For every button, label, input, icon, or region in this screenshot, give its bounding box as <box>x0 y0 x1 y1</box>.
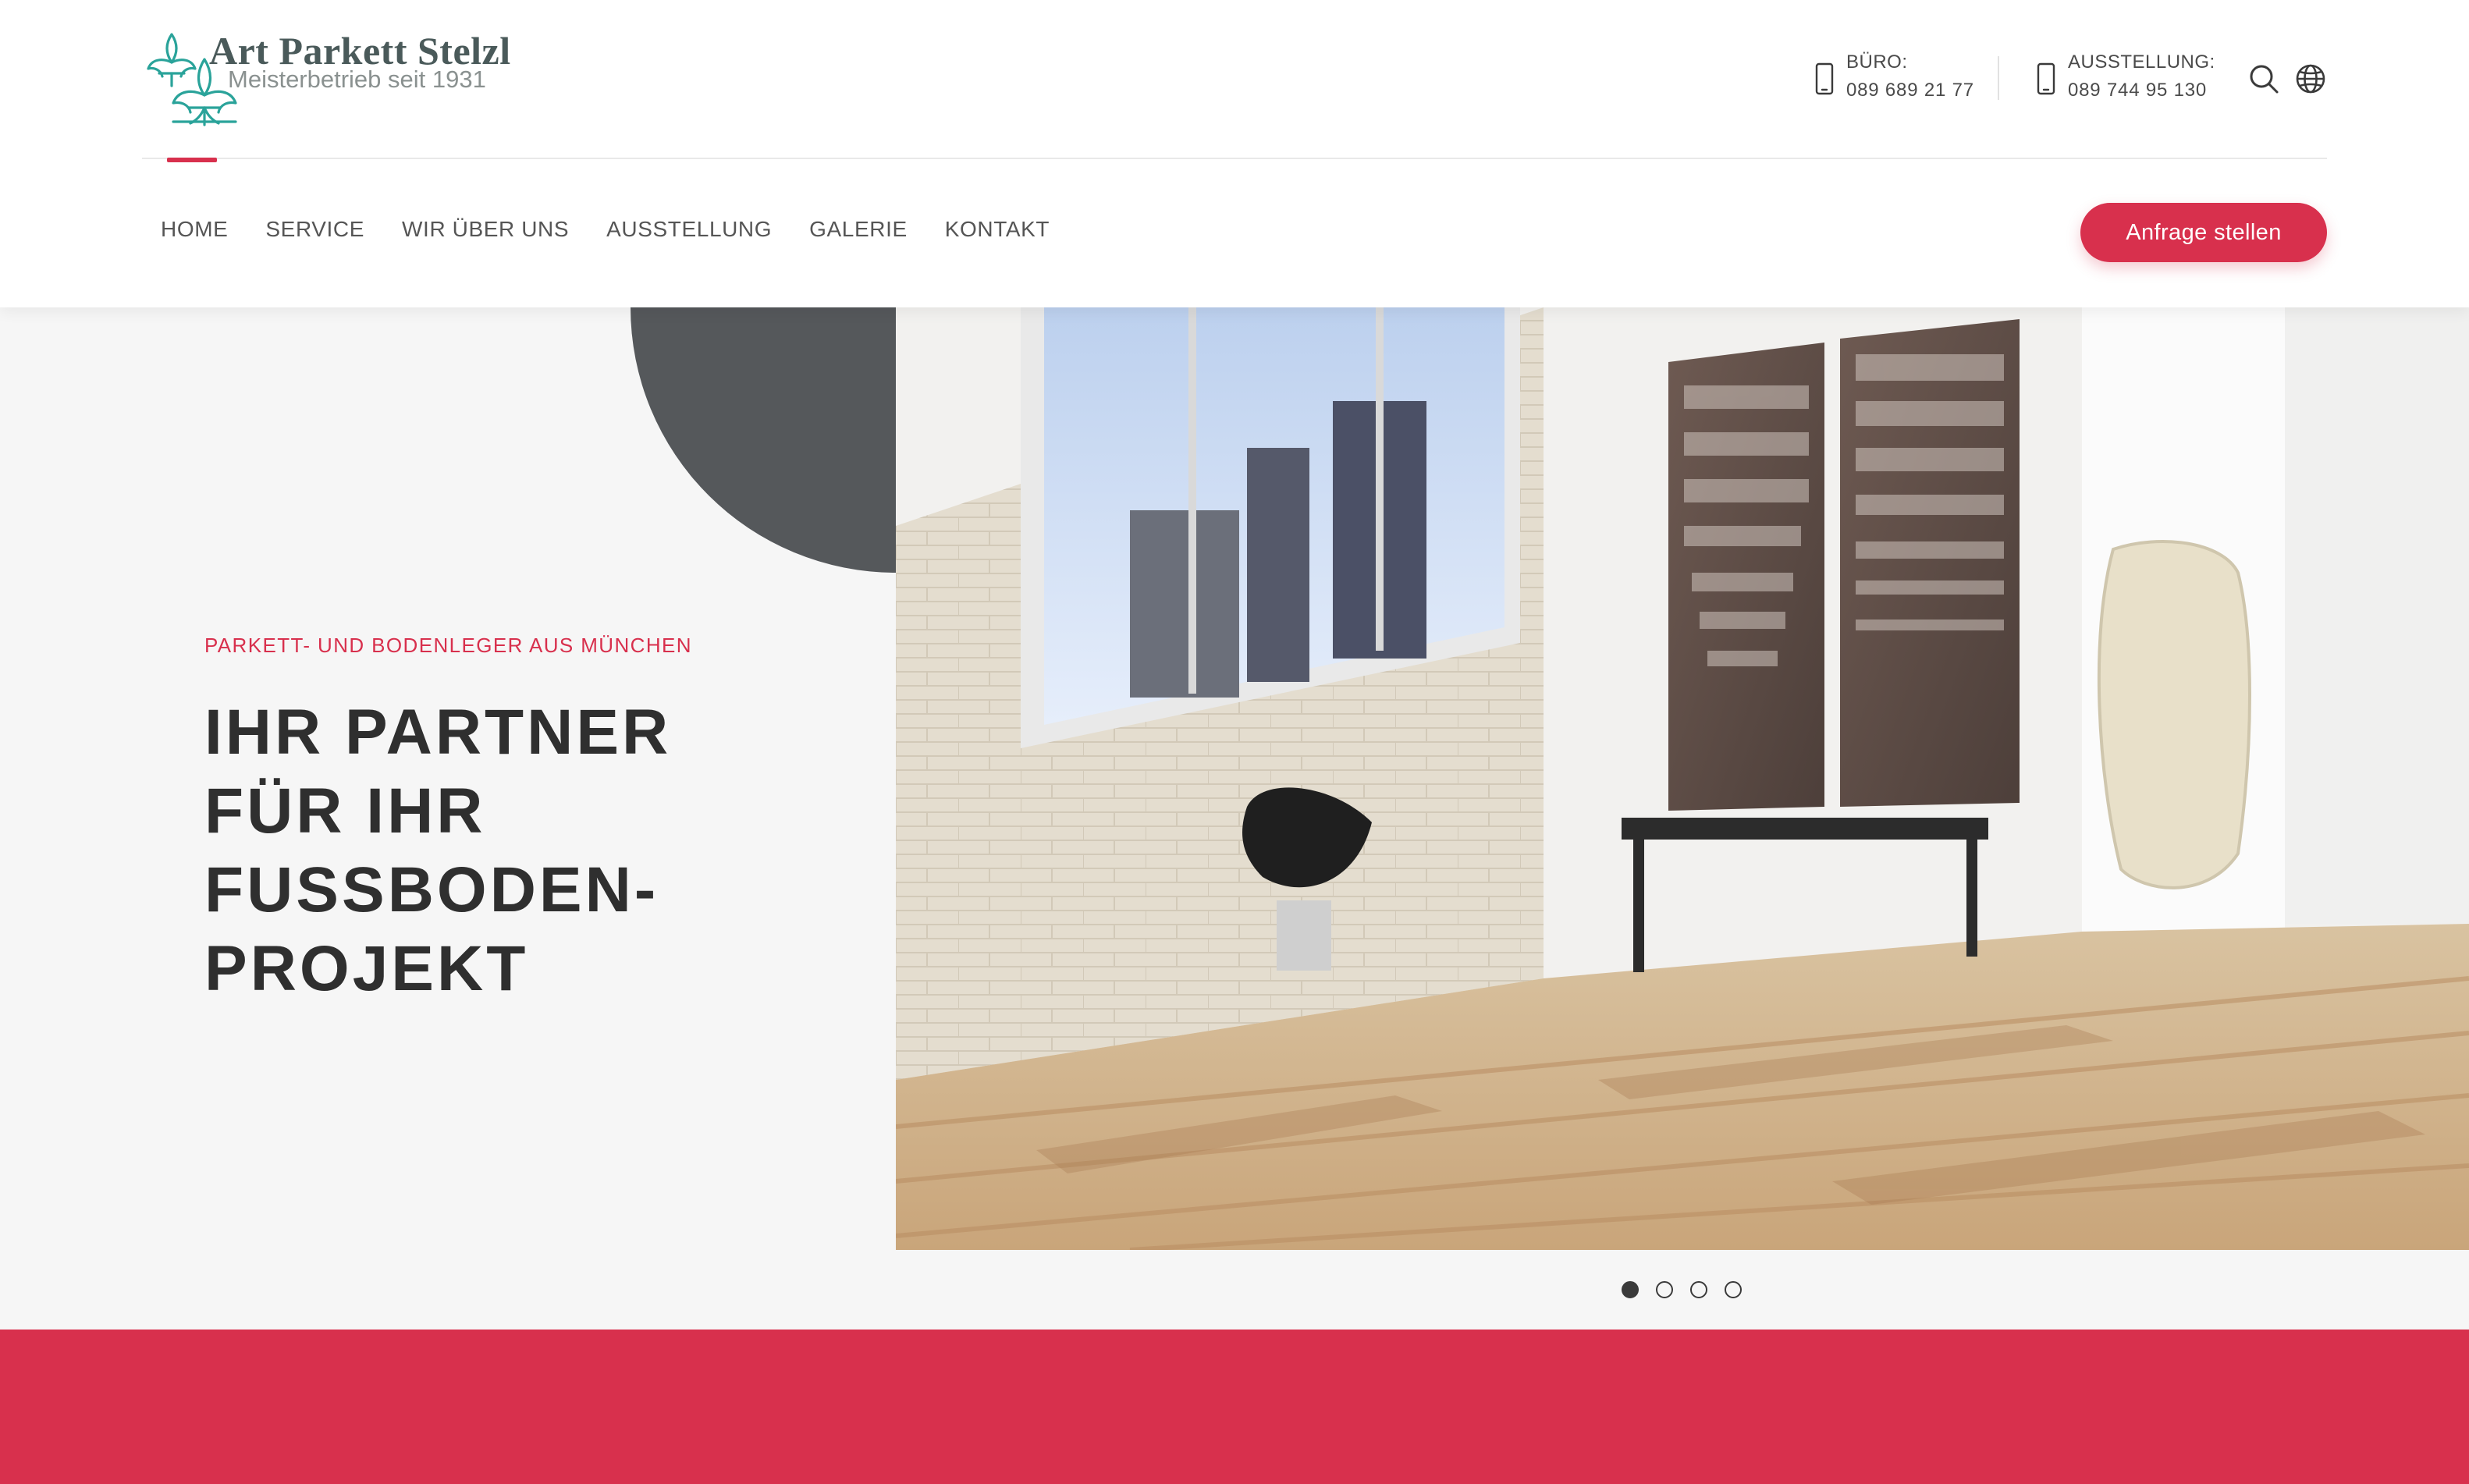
nav-item-service[interactable]: SERVICE <box>265 217 364 242</box>
globe-icon <box>2296 64 2325 94</box>
search-button[interactable] <box>2247 62 2280 95</box>
contact-number[interactable]: 089 689 21 77 <box>1846 80 1974 101</box>
site-logo[interactable]: Art Parkett Stelzl Meisterbetrieb seit 1… <box>142 28 510 130</box>
site-header: Art Parkett Stelzl Meisterbetrieb seit 1… <box>0 0 2469 307</box>
headline-line: FUSSBODEN- <box>204 854 659 925</box>
active-nav-indicator <box>167 158 217 162</box>
headline-line: IHR PARTNER <box>204 697 672 768</box>
contact-divider <box>1998 56 1999 100</box>
search-icon <box>2250 65 2279 94</box>
brand-subtitle: Meisterbetrieb seit 1931 <box>228 66 486 93</box>
request-button[interactable]: Anfrage stellen <box>2080 203 2327 262</box>
nav-item-contact[interactable]: KONTAKT <box>945 217 1050 242</box>
phone-icon <box>2037 62 2055 95</box>
accent-band <box>0 1330 2469 1484</box>
contact-label: BÜRO: <box>1846 51 1908 73</box>
contact-label: AUSSTELLUNG: <box>2068 51 2215 73</box>
slider-pagination <box>1622 1281 1742 1298</box>
nav-item-about[interactable]: WIR ÜBER UNS <box>402 217 569 242</box>
hero-slide-image <box>896 307 2469 1250</box>
interior-scene <box>896 307 2469 1250</box>
headline-line: PROJEKT <box>204 933 529 1004</box>
slide-dot-2[interactable] <box>1656 1281 1673 1298</box>
header-divider <box>142 158 2327 159</box>
slide-dot-4[interactable] <box>1725 1281 1742 1298</box>
nav-item-exhibition[interactable]: AUSSTELLUNG <box>606 217 772 242</box>
nav-item-gallery[interactable]: GALERIE <box>809 217 908 242</box>
hero-section: PARKETT- UND BODENLEGER AUS MÜNCHEN IHR … <box>0 307 2469 1330</box>
nav-item-home[interactable]: HOME <box>161 217 228 242</box>
slide-dot-1[interactable] <box>1622 1281 1639 1298</box>
headline-line: FÜR IHR <box>204 776 486 847</box>
contact-number[interactable]: 089 744 95 130 <box>2068 80 2207 101</box>
slide-dot-3[interactable] <box>1690 1281 1707 1298</box>
hero-headline: IHR PARTNER FÜR IHR FUSSBODEN- PROJEKT <box>204 693 829 1008</box>
main-nav: HOME SERVICE WIR ÜBER UNS AUSSTELLUNG GA… <box>161 217 1050 242</box>
language-button[interactable] <box>2294 62 2327 95</box>
hero-tagline: PARKETT- UND BODENLEGER AUS MÜNCHEN <box>204 634 692 657</box>
phone-icon <box>1815 62 1834 95</box>
